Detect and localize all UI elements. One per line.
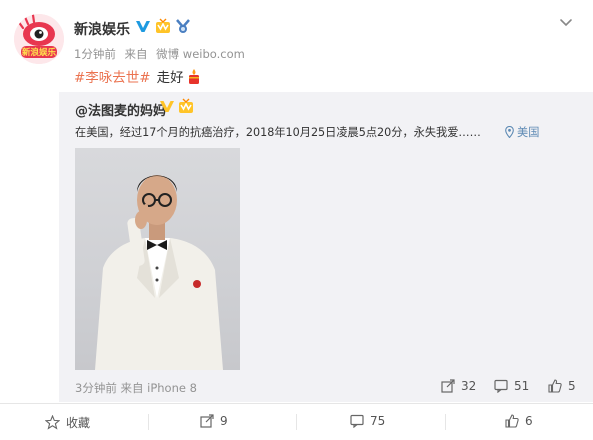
repost-meta: 3分钟前 来自 iPhone 8 [75, 380, 197, 396]
chevron-down-icon[interactable] [558, 14, 574, 30]
repost-comment-count: 51 [514, 379, 530, 393]
candle-emoji-icon [188, 68, 199, 84]
repost-like-button[interactable]: 5 [548, 379, 576, 393]
action-divider [296, 414, 297, 430]
comment-button[interactable]: 75 [350, 414, 385, 428]
forward-count: 9 [220, 414, 228, 428]
location-pin-icon [505, 126, 514, 138]
post-text: #李咏去世# 走好 [74, 66, 202, 86]
author-avatar[interactable]: 新浪娱乐 [14, 14, 64, 64]
repost-author[interactable]: @法图麦的妈妈 [75, 100, 166, 119]
repost-time[interactable]: 3分钟前 [75, 381, 117, 395]
author-badges [135, 18, 191, 34]
forward-icon [441, 379, 455, 393]
location-link[interactable]: 美国 [505, 124, 539, 140]
repost-box[interactable]: @法图麦的妈妈 在美国，经过17个月的抗癌治疗，2018年10月25日凌晨5点2… [59, 92, 593, 402]
weibo-post: 新浪娱乐 新浪娱乐 1分钟前 来自 微博 weibo.com #李咏去世# 走好 [0, 0, 593, 440]
author-name[interactable]: 新浪娱乐 [74, 19, 130, 39]
post-action-bar: 收藏 9 75 6 [0, 403, 593, 440]
repost-source[interactable]: iPhone 8 [147, 381, 197, 395]
source-prefix: 来自 [124, 47, 148, 61]
favorite-label: 收藏 [66, 416, 91, 430]
verified-v-icon [160, 101, 174, 112]
post-body: 走好 [156, 70, 184, 86]
medal-icon [176, 19, 190, 33]
favorite-star-icon [45, 415, 60, 430]
repost-forward-count: 32 [461, 379, 477, 393]
repost-source-prefix: 来自 [120, 381, 144, 395]
vip-crown-icon [179, 98, 193, 113]
like-count: 6 [525, 414, 533, 428]
repost-photo[interactable] [75, 148, 240, 370]
hashtag-link[interactable]: #李咏去世# [74, 66, 151, 86]
repost-text: 在美国，经过17个月的抗癌治疗，2018年10月25日凌晨5点20分，永失我爱…… [75, 126, 481, 139]
favorite-button[interactable]: 收藏 [45, 414, 90, 431]
post-meta: 1分钟前 来自 微博 weibo.com [74, 46, 245, 62]
repost-comment-button[interactable]: 51 [494, 379, 529, 393]
avatar-text: 新浪娱乐 [22, 47, 57, 58]
location-text: 美国 [517, 126, 540, 139]
post-source[interactable]: 微博 weibo.com [156, 47, 245, 61]
verified-v-icon [136, 21, 150, 32]
forward-button[interactable]: 9 [200, 414, 228, 428]
vip-crown-icon [156, 18, 170, 33]
repost-forward-button[interactable]: 32 [441, 379, 476, 393]
like-icon [548, 379, 562, 393]
repost-like-count: 5 [568, 379, 576, 393]
like-icon [505, 414, 519, 428]
comment-count: 75 [370, 414, 386, 428]
like-button[interactable]: 6 [505, 414, 533, 428]
repost-footer: 3分钟前 来自 iPhone 8 32 51 5 [59, 378, 593, 398]
forward-icon [200, 414, 214, 428]
action-divider [148, 414, 149, 430]
action-divider [445, 414, 446, 430]
comment-icon [350, 414, 364, 428]
comment-icon [494, 379, 508, 393]
repost-author-badges [159, 98, 194, 114]
post-time[interactable]: 1分钟前 [74, 47, 116, 61]
